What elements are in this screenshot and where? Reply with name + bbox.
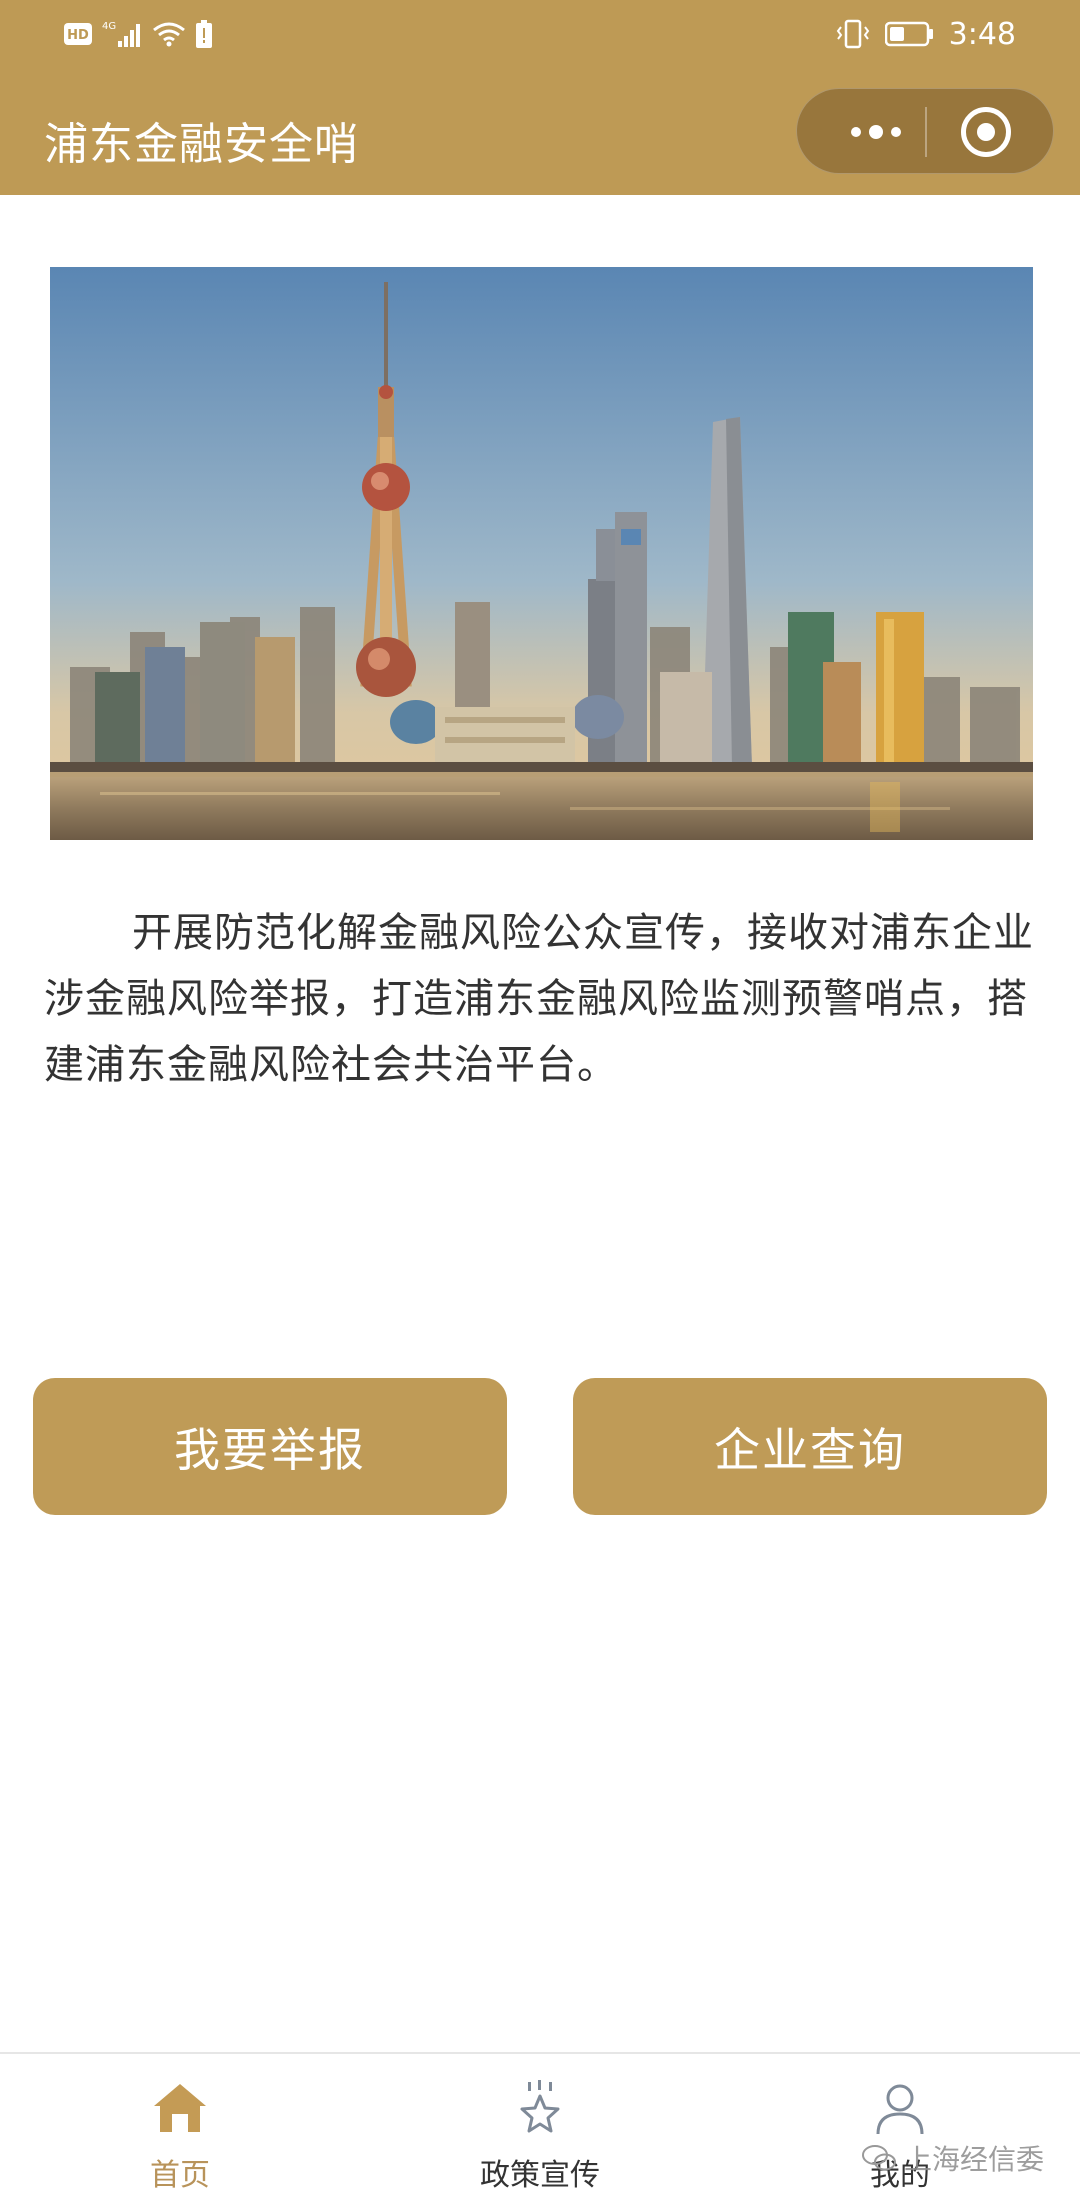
user-icon <box>876 2084 924 2135</box>
dot <box>891 127 901 137</box>
status-bar: HD 4G 3:48 <box>0 0 1080 68</box>
tab-label: 政策宣传 <box>480 2158 600 2193</box>
tab-policy[interactable]: 政策宣传 <box>360 2054 720 2204</box>
svg-text:HD: HD <box>67 28 89 43</box>
mini-program-capsule <box>796 88 1054 174</box>
report-button[interactable]: 我要举报 <box>33 1378 507 1515</box>
page-title: 浦东金融安全哨 <box>44 119 359 170</box>
capsule-divider <box>925 107 927 157</box>
home-icon <box>154 2084 206 2132</box>
watermark-text: 上海经信委 <box>904 2143 1045 2176</box>
status-time: 3:48 <box>948 16 1016 52</box>
wechat-icon <box>862 2145 896 2171</box>
more-dots-icon[interactable] <box>833 89 919 175</box>
tab-home[interactable]: 首页 <box>0 2054 360 2204</box>
intro-paragraph: 开展防范化解金融风险公众宣传，接收对浦东企业涉金融风险举报，打造浦东金融风险监测… <box>44 910 1034 1088</box>
wifi-icon <box>153 22 185 47</box>
watermark: 上海经信委 <box>862 2138 1044 2178</box>
battery-icon <box>884 21 933 47</box>
status-right: 3:48 <box>835 14 1016 54</box>
bottom-tab-bar: 首页 政策宣传 我的 <box>0 2052 1080 2204</box>
status-left: HD 4G <box>64 16 212 52</box>
hd-icon: HD <box>64 23 92 45</box>
close-circle-icon[interactable] <box>961 107 1011 157</box>
title-row: 浦东金融安全哨 <box>0 68 1080 195</box>
tab-label: 首页 <box>150 2158 210 2193</box>
company-query-button[interactable]: 企业查询 <box>573 1378 1047 1515</box>
shanghai-skyline-image <box>50 267 1033 840</box>
battery-alert-icon <box>196 20 212 48</box>
svg-text:4G: 4G <box>102 21 116 32</box>
header-bar: HD 4G 3:48 浦东金融安全哨 <box>0 0 1080 195</box>
star-icon <box>520 2080 560 2133</box>
dot <box>869 125 883 139</box>
tab-mine[interactable]: 我的 <box>720 2054 1080 2204</box>
dot <box>851 127 861 137</box>
signal-4g-icon: 4G <box>102 21 140 47</box>
vibrate-icon <box>836 19 869 49</box>
banner-image <box>50 267 1033 840</box>
